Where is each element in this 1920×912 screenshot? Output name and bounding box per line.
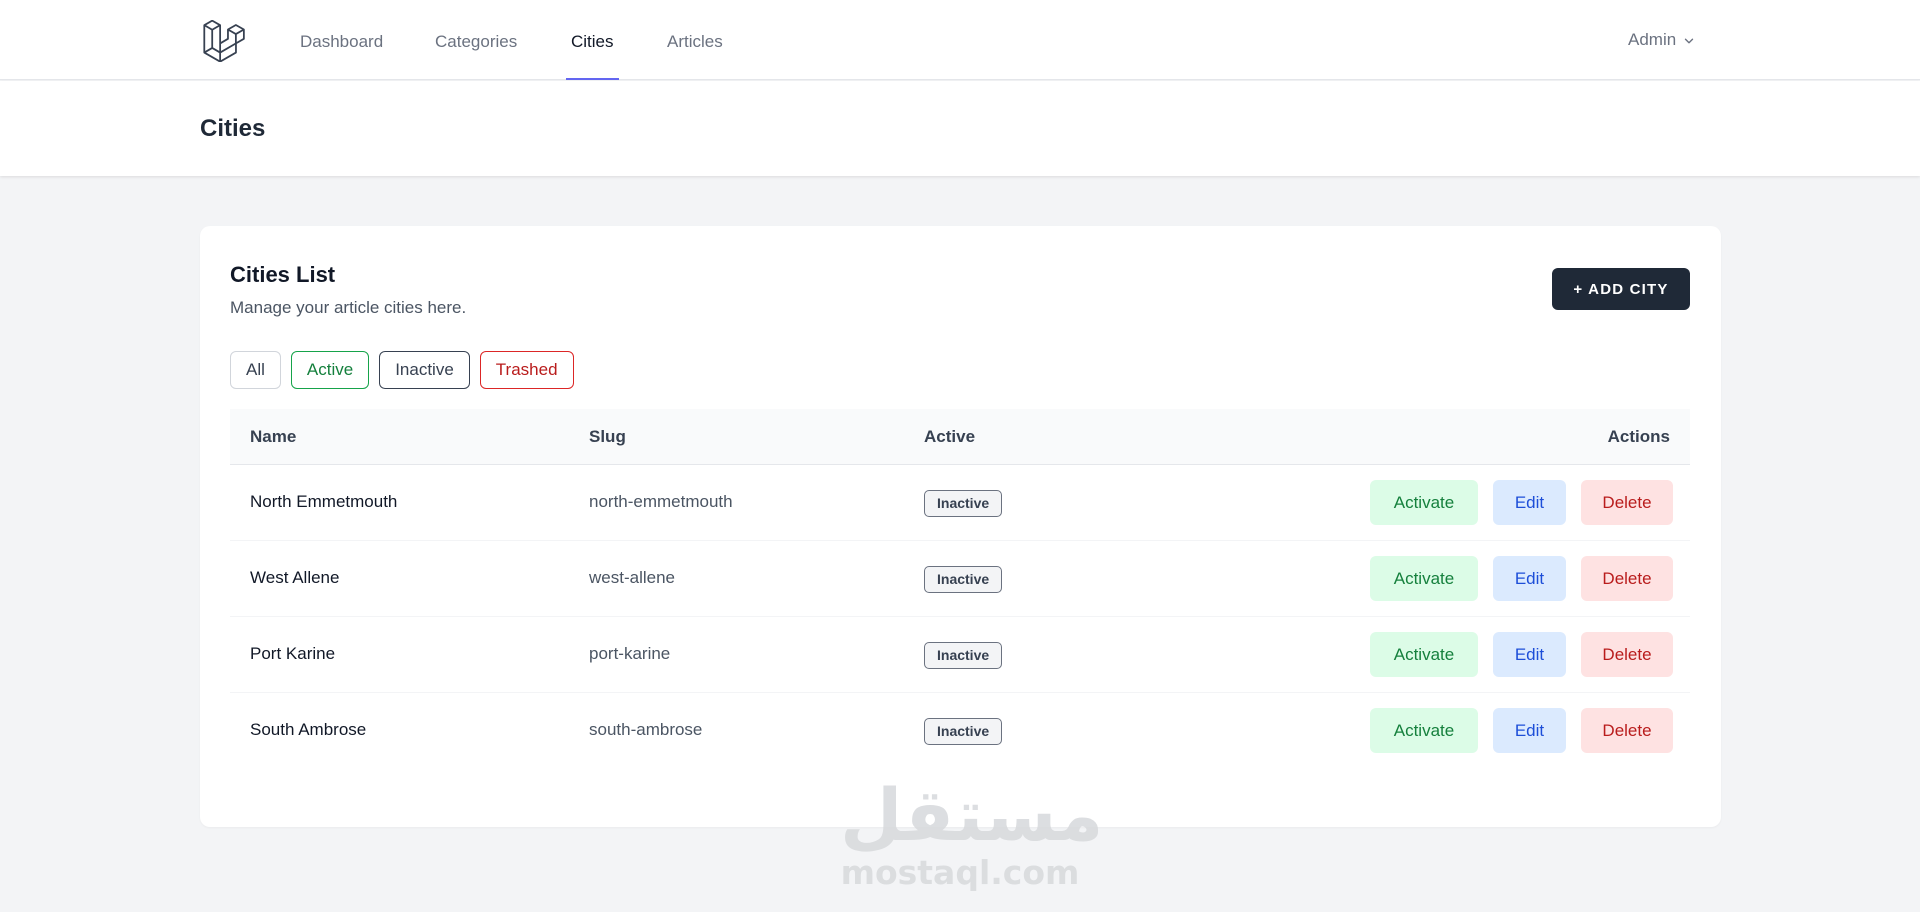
status-badge: Inactive [924,642,1003,669]
watermark-arabic: مستقل [840,773,1104,857]
delete-button[interactable]: Delete [1581,556,1673,601]
edit-button[interactable]: Edit [1493,480,1566,525]
nav-link-dashboard[interactable]: Dashboard [300,0,383,80]
edit-button[interactable]: Edit [1493,708,1566,753]
table-row: Port Karine port-karine Inactive Activat… [230,617,1690,693]
top-navigation: Dashboard Categories Cities Articles Adm… [0,0,1920,80]
column-header-active: Active [924,427,976,446]
table-row: North Emmetmouth north-emmetmouth Inacti… [230,465,1690,541]
city-name: South Ambrose [250,720,367,739]
city-slug: west-allene [589,568,675,587]
table-row: South Ambrose south-ambrose Inactive Act… [230,693,1690,769]
add-city-button[interactable]: + ADD CITY [1552,268,1690,310]
table-header: Name Slug Active Actions [230,409,1690,465]
activate-button[interactable]: Activate [1370,556,1478,601]
activate-button[interactable]: Activate [1370,480,1478,525]
filter-all[interactable]: All [230,351,281,389]
city-slug: south-ambrose [589,720,703,739]
city-slug: port-karine [589,644,671,663]
delete-button[interactable]: Delete [1581,632,1673,677]
activate-button[interactable]: Activate [1370,632,1478,677]
delete-button[interactable]: Delete [1581,708,1673,753]
watermark-latin: mostaql.com [840,853,1080,892]
cities-card: Cities List Manage your article cities h… [200,226,1721,827]
filter-inactive[interactable]: Inactive [379,351,470,389]
column-header-actions: Actions [1607,427,1670,446]
city-name: North Emmetmouth [250,492,398,511]
nav-link-articles[interactable]: Articles [667,0,723,80]
city-name: West Allene [250,568,340,587]
page-title: Cities [200,115,266,142]
user-name: Admin [1628,30,1677,49]
status-badge: Inactive [924,718,1003,745]
user-menu[interactable]: Admin [1628,0,1696,80]
nav-link-categories[interactable]: Categories [435,0,517,80]
status-badge: Inactive [924,566,1003,593]
laravel-logo-icon[interactable] [203,20,245,62]
city-name: Port Karine [250,644,336,663]
status-filters: All Active Inactive Trashed [230,351,574,389]
status-badge: Inactive [924,490,1003,517]
card-subtitle: Manage your article cities here. [230,298,467,317]
activate-button[interactable]: Activate [1370,708,1478,753]
table-row: West Allene west-allene Inactive Activat… [230,541,1690,617]
delete-button[interactable]: Delete [1581,480,1673,525]
card-title: Cities List [230,262,336,287]
column-header-name: Name [250,427,297,446]
column-header-slug: Slug [589,427,626,446]
filter-active[interactable]: Active [290,351,370,389]
nav-link-cities[interactable]: Cities [566,0,619,80]
chevron-down-icon [1684,38,1694,43]
edit-button[interactable]: Edit [1493,632,1566,677]
city-slug: north-emmetmouth [589,492,733,511]
cities-table: Name Slug Active Actions North Emmetmout… [230,409,1690,769]
filter-trashed[interactable]: Trashed [479,351,574,389]
edit-button[interactable]: Edit [1493,556,1566,601]
page-header: Cities [0,81,1920,176]
